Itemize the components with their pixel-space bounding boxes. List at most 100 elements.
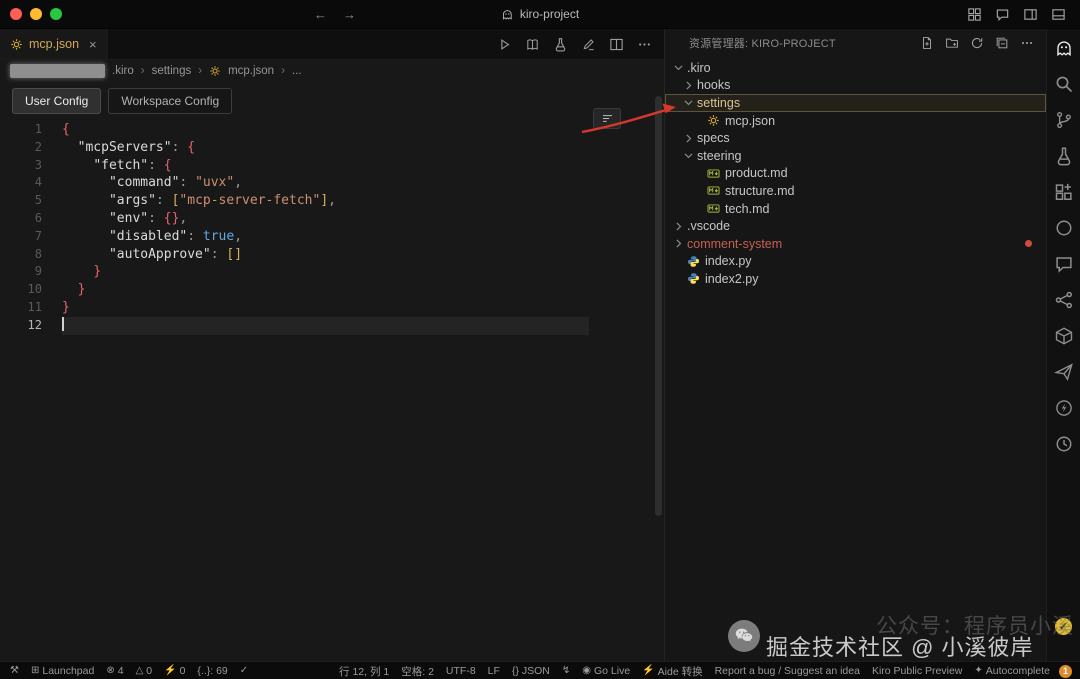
breadcrumb-segment-more[interactable]: ... <box>292 65 302 77</box>
back-button[interactable] <box>314 7 327 22</box>
tree-item--vscode[interactable]: .vscode <box>665 217 1046 235</box>
packages-icon[interactable] <box>1054 326 1074 346</box>
status-sync-indicator[interactable]: ✓ <box>234 662 254 679</box>
status-autocomplete[interactable]: ✦ Autocomplete <box>968 662 1056 679</box>
status-language-mode[interactable]: {} JSON <box>506 662 556 679</box>
status-eol[interactable]: LF <box>482 662 506 679</box>
tree-item-index2-py[interactable]: index2.py <box>665 270 1046 288</box>
tree-item-comment-system[interactable]: comment-system <box>665 235 1046 253</box>
tree-item-tech-md[interactable]: tech.md <box>665 200 1046 218</box>
tree-item-product-md[interactable]: product.md <box>665 165 1046 183</box>
zap-icon: ⚡ <box>642 665 655 676</box>
search-icon[interactable] <box>1054 74 1074 94</box>
connections-icon[interactable] <box>1054 290 1074 310</box>
user-config-button[interactable]: User Config <box>12 88 102 114</box>
kiro-status-badge[interactable] <box>1055 618 1072 635</box>
status-launchpad[interactable]: ⊞ Launchpad <box>25 662 100 679</box>
status-problems-warnings[interactable]: △ 0 <box>130 662 159 679</box>
code-line-6[interactable]: 6 "env": {}, <box>0 210 664 228</box>
tree-item-index-py[interactable]: index.py <box>665 253 1046 271</box>
chevron-down-icon[interactable] <box>682 149 695 162</box>
chevron-right-icon[interactable] <box>682 79 695 92</box>
layout-panel-icon[interactable] <box>1051 7 1066 22</box>
more-actions-icon[interactable] <box>637 37 652 52</box>
collapse-folders-icon[interactable] <box>995 36 1009 50</box>
status-remote-indicator[interactable]: ⚒ <box>4 662 25 679</box>
code-editor[interactable]: 1{2 "mcpServers": {3 "fetch": {4 "comman… <box>0 118 664 661</box>
status-power[interactable]: ↯ <box>556 662 576 679</box>
tree-item-structure-md[interactable]: structure.md <box>665 182 1046 200</box>
tree-item-specs[interactable]: specs <box>665 129 1046 147</box>
code-line-10[interactable]: 10 } <box>0 281 664 299</box>
filter-widget[interactable] <box>593 108 621 129</box>
chevron-right-icon[interactable] <box>672 220 685 233</box>
breadcrumb-separator <box>281 65 285 77</box>
tests-icon[interactable] <box>1054 146 1074 166</box>
code-line-1[interactable]: 1{ <box>0 121 664 139</box>
notification-badge[interactable]: 1 <box>1059 664 1072 678</box>
status-go-live[interactable]: ◉ Go Live <box>576 662 636 679</box>
markdown-icon <box>707 167 720 180</box>
tests-icon[interactable] <box>553 37 568 52</box>
status-ports[interactable]: ⚡ 0 <box>158 662 191 679</box>
chevron-down-icon[interactable] <box>672 61 685 74</box>
status-bracket-count[interactable]: {..}: 69 <box>191 662 233 679</box>
tree-item-hooks[interactable]: hooks <box>665 77 1046 95</box>
tree-item-mcp-json[interactable]: mcp.json <box>665 112 1046 130</box>
run-icon[interactable] <box>497 37 512 52</box>
code-line-12[interactable]: 12 <box>0 316 664 335</box>
preview-icon[interactable] <box>525 37 540 52</box>
status-report-bug[interactable]: Report a bug / Suggest an idea <box>709 662 866 679</box>
new-folder-icon[interactable] <box>945 36 959 50</box>
breadcrumb-segment-kiro[interactable]: .kiro <box>112 65 134 77</box>
timeline-icon[interactable] <box>1054 434 1074 454</box>
more-icon[interactable] <box>1020 36 1034 50</box>
minimize-window-button[interactable] <box>30 8 42 20</box>
source-control-icon[interactable] <box>1054 110 1074 130</box>
kiro-agent-icon[interactable] <box>1054 218 1074 238</box>
workspace-config-button[interactable]: Workspace Config <box>108 88 233 114</box>
editor-scrollbar[interactable] <box>655 96 662 516</box>
chevron-down-icon[interactable] <box>682 96 695 109</box>
tree-item-label: .vscode <box>687 219 731 234</box>
edit-icon[interactable] <box>581 37 596 52</box>
maximize-window-button[interactable] <box>50 8 62 20</box>
split-editor-icon[interactable] <box>609 37 624 52</box>
extensions-icon[interactable] <box>1054 182 1074 202</box>
status-aide[interactable]: ⚡ Aide 转换 <box>636 662 708 679</box>
chevron-right-icon[interactable] <box>672 237 685 250</box>
status-cursor-position[interactable]: 行 12, 列 1 <box>333 662 395 679</box>
close-icon[interactable] <box>89 37 97 52</box>
refresh-explorer-icon[interactable] <box>970 36 984 50</box>
code-line-4[interactable]: 4 "command": "uvx", <box>0 174 664 192</box>
status-problems-errors[interactable]: ⊗ 4 <box>100 662 129 679</box>
layout-sidebar-icon[interactable] <box>1023 7 1038 22</box>
tab-mcp-json[interactable]: mcp.json <box>0 29 108 59</box>
code-line-3[interactable]: 3 "fetch": { <box>0 157 664 175</box>
power-icon[interactable] <box>1054 398 1074 418</box>
forward-button[interactable] <box>343 7 356 22</box>
kiro-icon[interactable] <box>1054 38 1074 58</box>
close-window-button[interactable] <box>10 8 22 20</box>
code-line-7[interactable]: 7 "disabled": true, <box>0 228 664 246</box>
code-line-2[interactable]: 2 "mcpServers": { <box>0 139 664 157</box>
breadcrumb-segment-settings[interactable]: settings <box>152 65 192 77</box>
status-encoding[interactable]: UTF-8 <box>440 662 482 679</box>
tree-item--kiro[interactable]: .kiro <box>665 59 1046 77</box>
new-file-icon[interactable] <box>920 36 934 50</box>
breadcrumb-segment-file[interactable]: mcp.json <box>228 65 274 77</box>
code-line-5[interactable]: 5 "args": ["mcp-server-fetch"], <box>0 192 664 210</box>
apps-icon[interactable] <box>967 7 982 22</box>
chevron-right-icon[interactable] <box>682 132 695 145</box>
chat-icon[interactable] <box>995 7 1010 22</box>
window-title[interactable]: kiro-project <box>501 7 579 21</box>
code-line-11[interactable]: 11} <box>0 299 664 317</box>
tree-item-settings[interactable]: settings <box>665 94 1046 112</box>
deploy-icon[interactable] <box>1053 362 1074 382</box>
tree-item-steering[interactable]: steering <box>665 147 1046 165</box>
chat-icon[interactable] <box>1054 254 1074 274</box>
code-line-8[interactable]: 8 "autoApprove": [] <box>0 246 664 264</box>
status-indentation[interactable]: 空格: 2 <box>395 662 440 679</box>
status-kiro-preview[interactable]: Kiro Public Preview <box>866 662 968 679</box>
code-line-9[interactable]: 9 } <box>0 263 664 281</box>
